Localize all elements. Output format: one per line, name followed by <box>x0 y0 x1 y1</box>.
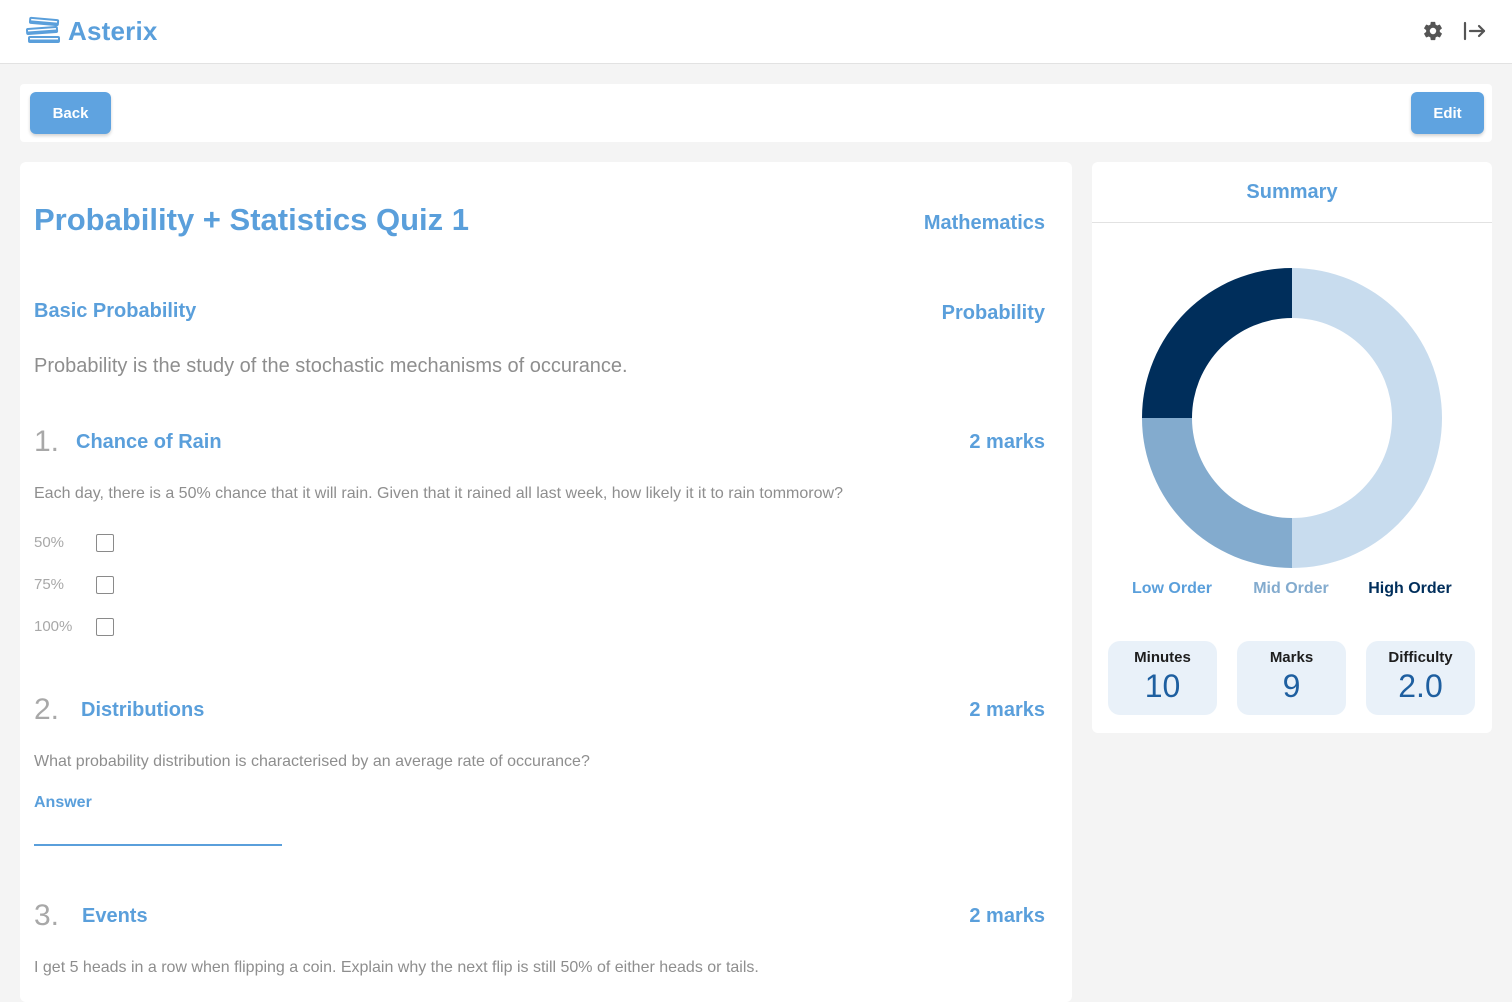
option-label: 100% <box>34 618 73 635</box>
summary-title: Summary <box>1246 180 1338 203</box>
app-name: Asterix <box>68 15 158 46</box>
quiz-subject: Mathematics <box>923 212 1045 234</box>
option-label: 75% <box>34 576 65 593</box>
question-text: Each day, there is a 50% chance that it … <box>34 485 843 502</box>
answer-label: Answer <box>34 794 92 811</box>
option-label: 50% <box>34 534 65 551</box>
donut-slice-high-order <box>1142 268 1292 418</box>
question-title: Events <box>82 905 148 927</box>
legend-mid-order: Mid Order <box>1253 580 1329 597</box>
top-bar: Asterix <box>0 0 1512 64</box>
books-logo-icon <box>25 16 60 43</box>
brand[interactable]: Asterix <box>24 14 158 48</box>
option-checkbox[interactable] <box>96 618 114 636</box>
order-donut-chart <box>1142 268 1442 568</box>
quiz-title: Probability + Statistics Quiz 1 <box>34 202 469 237</box>
stat-minutes: Minutes 10 <box>1108 641 1217 715</box>
question-number: 2. <box>34 693 60 726</box>
section-title: Basic Probability <box>34 300 197 322</box>
back-button[interactable]: Back <box>30 92 111 134</box>
logout-arrow-icon <box>1463 21 1486 41</box>
section-topic: Probability <box>941 302 1045 324</box>
question-number: 3. <box>34 899 60 932</box>
stat-label: Minutes <box>1134 649 1191 666</box>
stat-value: 2.0 <box>1398 668 1443 704</box>
donut-slice-low-order <box>1292 268 1442 568</box>
donut-slice-mid-order <box>1142 418 1292 568</box>
quiz-panel: Probability + Statistics Quiz 1 Mathemat… <box>20 162 1072 1002</box>
summary-panel: Summary Low Order Mid Order High Order M… <box>1092 162 1492 733</box>
question-text: I get 5 heads in a row when flipping a c… <box>34 959 759 976</box>
stat-label: Marks <box>1269 649 1314 666</box>
gear-icon <box>1424 21 1442 41</box>
logout-button[interactable] <box>1462 18 1488 44</box>
question-text: What probability distribution is charact… <box>34 753 590 770</box>
question-marks: 2 marks <box>969 905 1045 927</box>
edit-button[interactable]: Edit <box>1411 92 1484 134</box>
question-title: Chance of Rain <box>76 431 222 453</box>
legend-high-order: High Order <box>1368 580 1452 597</box>
section-description: Probability is the study of the stochast… <box>34 355 628 377</box>
action-toolbar: Back Edit <box>20 84 1492 142</box>
legend-low-order: Low Order <box>1131 580 1212 597</box>
question-number: 1. <box>34 425 60 458</box>
question-marks: 2 marks <box>969 699 1045 721</box>
settings-button[interactable] <box>1420 18 1446 44</box>
stat-difficulty: Difficulty 2.0 <box>1366 641 1475 715</box>
question-marks: 2 marks <box>969 431 1045 453</box>
option-checkbox[interactable] <box>96 534 114 552</box>
stat-value: 9 <box>1282 668 1301 704</box>
question-title: Distributions <box>81 699 205 721</box>
stat-value: 10 <box>1144 668 1181 704</box>
stat-marks: Marks 9 <box>1237 641 1346 715</box>
answer-input[interactable] <box>34 818 282 846</box>
stat-label: Difficulty <box>1388 649 1453 666</box>
header-actions <box>1420 18 1488 44</box>
option-checkbox[interactable] <box>96 576 114 594</box>
summary-header: Summary <box>1092 162 1492 223</box>
